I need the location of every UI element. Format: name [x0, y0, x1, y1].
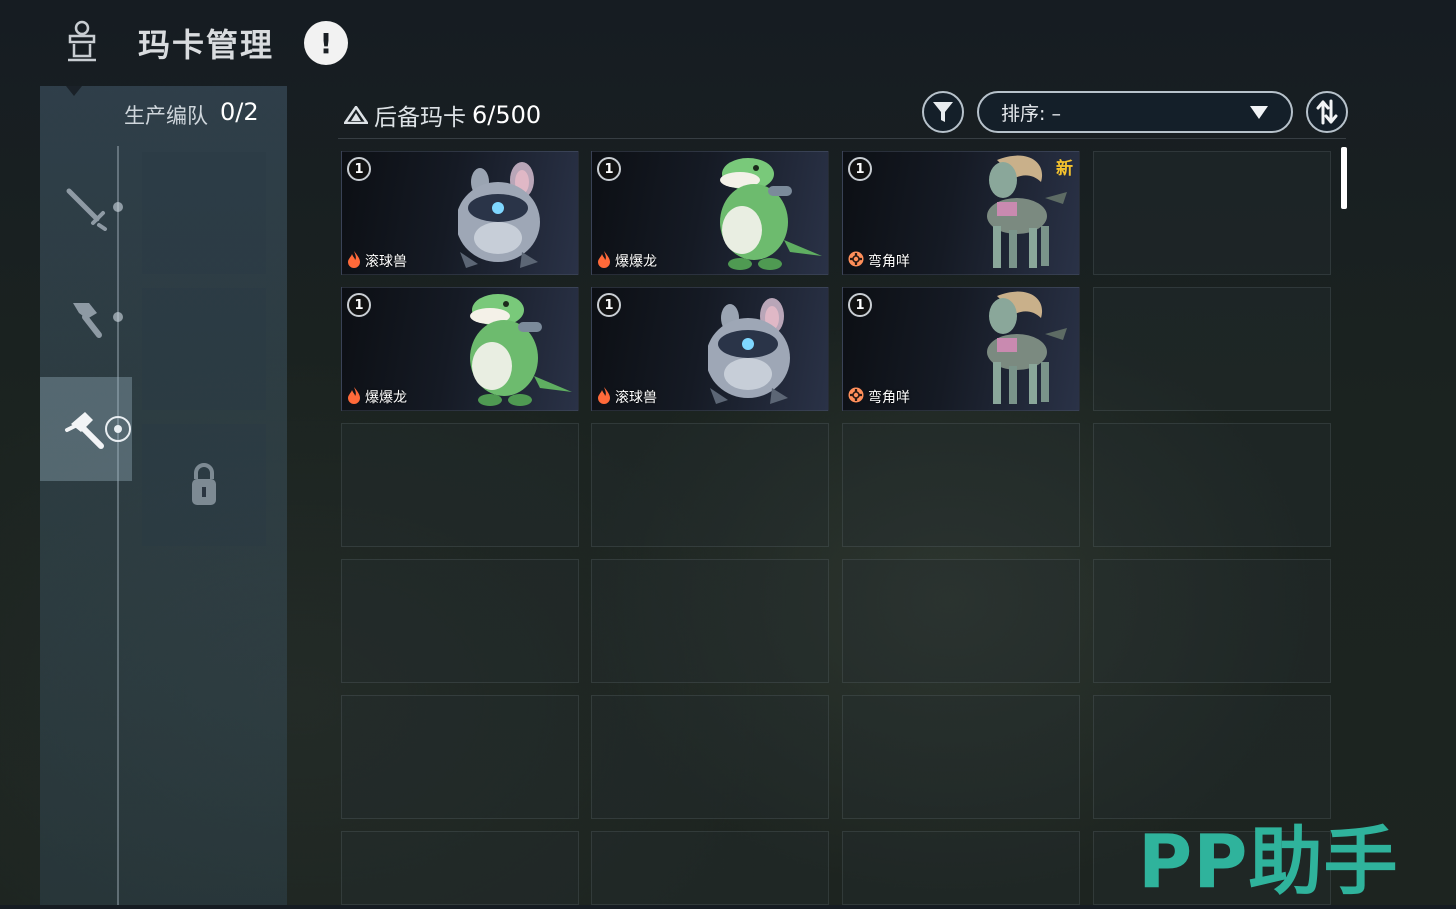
card-level-badge: 1 [848, 293, 872, 317]
card-name-row: 弯角咩 [847, 250, 910, 272]
card-slot-empty[interactable] [1093, 559, 1331, 683]
card-level-badge: 1 [597, 157, 621, 181]
card-slot-empty[interactable] [591, 423, 829, 547]
production-team-label: 生产编队 [124, 104, 208, 128]
crossed-swords-icon [66, 188, 107, 231]
card-slot-empty[interactable] [842, 423, 1080, 547]
fire-element-icon [596, 250, 612, 272]
card-slot-empty[interactable] [341, 559, 579, 683]
axe-icon [73, 303, 102, 338]
ram-robot-creature-icon [967, 288, 1079, 410]
card-name-row: 爆爆龙 [346, 386, 407, 408]
card-slot-empty[interactable] [842, 831, 1080, 905]
sort-order-icon [1316, 99, 1338, 125]
green-dino-creature-icon [704, 152, 828, 274]
maka-card[interactable]: 1 滚球兽 [341, 151, 579, 275]
backup-triangle-icon [344, 106, 368, 124]
new-badge: 新 [1056, 159, 1073, 179]
card-level-badge: 1 [597, 293, 621, 317]
round-robot-creature-icon [706, 288, 828, 410]
card-name: 爆爆龙 [365, 390, 407, 406]
maka-card[interactable]: 1 弯角咩 [842, 287, 1080, 411]
tab-indicator-dot [113, 312, 123, 322]
filter-funnel-icon [933, 102, 953, 122]
card-slot-empty[interactable] [1093, 151, 1331, 275]
sort-order-button[interactable] [1306, 91, 1348, 133]
card-slot-empty[interactable] [591, 695, 829, 819]
panel-pointer-icon [66, 86, 82, 96]
card-slot-empty[interactable] [842, 559, 1080, 683]
card-slot-empty[interactable] [341, 831, 579, 905]
production-team-count: 0/2 [220, 98, 259, 126]
lock-icon [192, 463, 216, 505]
fire-element-icon [346, 250, 362, 272]
fire-element-icon [346, 386, 362, 408]
maka-card[interactable]: 1 新弯角咩 [842, 151, 1080, 275]
card-slot-empty[interactable] [591, 831, 829, 905]
tab-selected-indicator [105, 416, 131, 442]
card-name-row: 爆爆龙 [596, 250, 657, 272]
green-dino-creature-icon [454, 288, 578, 410]
fire-element-icon [596, 386, 612, 408]
card-name-row: 滚球兽 [596, 386, 657, 408]
card-name: 滚球兽 [615, 390, 657, 406]
team-slot-locked[interactable] [142, 424, 266, 546]
hammer-icon [65, 412, 104, 449]
card-name-row: 滚球兽 [346, 250, 407, 272]
card-slot-empty[interactable] [842, 695, 1080, 819]
card-slot-empty[interactable] [591, 559, 829, 683]
card-name: 弯角咩 [868, 390, 910, 406]
card-level-badge: 1 [347, 157, 371, 181]
team-slot-1[interactable] [142, 152, 266, 274]
card-slot-empty[interactable] [1093, 423, 1331, 547]
toolbar-divider [338, 138, 1346, 139]
round-robot-creature-icon [456, 152, 578, 274]
card-slot-empty[interactable] [341, 695, 579, 819]
tab-indicator-dot [113, 202, 123, 212]
maka-card[interactable]: 1 滚球兽 [591, 287, 829, 411]
maka-card[interactable]: 1 爆爆龙 [591, 151, 829, 275]
sort-dropdown[interactable]: 排序: – [977, 91, 1293, 133]
page-title: 玛卡管理 [138, 26, 275, 64]
card-name: 弯角咩 [868, 254, 910, 270]
card-slot-empty[interactable] [1093, 287, 1331, 411]
mech-element-icon [847, 250, 865, 272]
team-slot-2[interactable] [142, 288, 266, 410]
maka-card[interactable]: 1 爆爆龙 [341, 287, 579, 411]
sort-label: 排序: – [1001, 102, 1061, 125]
card-level-badge: 1 [848, 157, 872, 181]
dropdown-arrow-icon [1250, 106, 1268, 119]
card-level-badge: 1 [347, 293, 371, 317]
card-name: 爆爆龙 [615, 254, 657, 270]
filter-button[interactable] [922, 91, 964, 133]
card-slot-empty[interactable] [1093, 695, 1331, 819]
backup-maka-counter: 后备玛卡 6/500 [344, 98, 541, 132]
info-button[interactable]: ! [304, 21, 348, 65]
watermark: PP助手 [1138, 819, 1399, 905]
mech-element-icon [847, 386, 865, 408]
backup-label: 后备玛卡 [374, 105, 466, 131]
backup-count: 6/500 [472, 101, 542, 129]
game-logo-icon [68, 20, 96, 62]
card-slot-empty[interactable] [341, 423, 579, 547]
card-name: 滚球兽 [365, 254, 407, 270]
grid-scrollbar[interactable] [1341, 147, 1347, 209]
card-name-row: 弯角咩 [847, 386, 910, 408]
